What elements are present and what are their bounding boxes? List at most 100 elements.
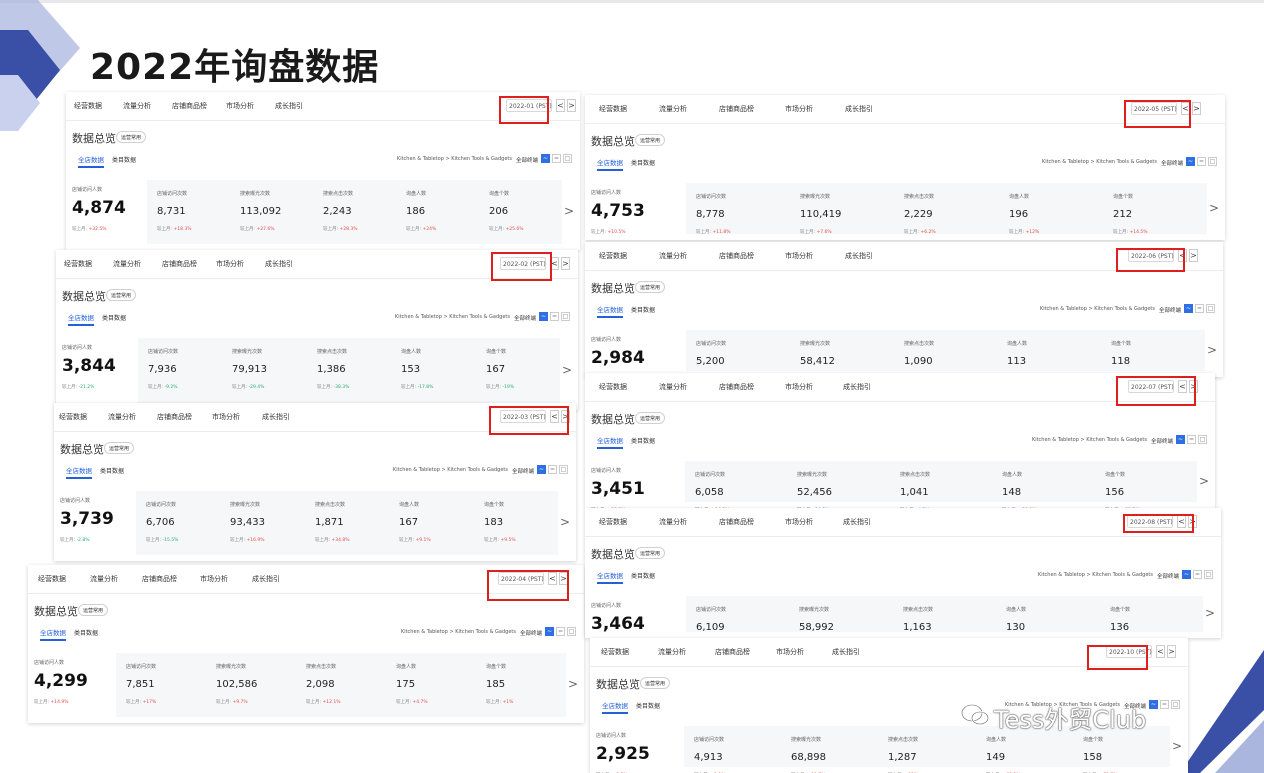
- tab-category[interactable]: 类目数据: [631, 158, 655, 167]
- terminal-select[interactable]: 全部终端: [1151, 437, 1173, 445]
- metric-card[interactable]: 搜索点击次数 2,098 较上月: +12.1%: [296, 653, 386, 717]
- metric-card[interactable]: 询盘人数130较上月: -12.2%: [996, 596, 1099, 633]
- tab-all-store[interactable]: 全店数据: [602, 700, 628, 714]
- metric-card-primary[interactable]: 店铺访问人数 4,753 较上月: +10.5%: [587, 183, 686, 235]
- next-month-button[interactable]: >: [1167, 645, 1176, 658]
- metric-card[interactable]: 店铺访问次数 7,851 较上月: +17%: [116, 653, 206, 717]
- chart-view-icon[interactable]: ~: [539, 312, 548, 321]
- nav-item[interactable]: 店铺商品榜: [719, 517, 754, 527]
- metric-preset-dropdown[interactable]: 运营常用: [104, 442, 135, 454]
- tab-category[interactable]: 类目数据: [636, 701, 660, 710]
- metric-card[interactable]: 询盘人数 153 较上月: -17.8%: [391, 338, 475, 404]
- download-icon[interactable]: □: [1171, 700, 1180, 709]
- terminal-select[interactable]: 全部终端: [514, 314, 536, 322]
- metrics-next-arrow[interactable]: >: [1199, 474, 1209, 488]
- metric-preset-dropdown[interactable]: 运营常用: [78, 604, 109, 616]
- nav-item[interactable]: 市场分析: [776, 647, 804, 657]
- next-month-button[interactable]: >: [1189, 249, 1198, 262]
- metric-card[interactable]: 询盘人数 175 较上月: +4.7%: [386, 653, 476, 717]
- metric-card[interactable]: 询盘个数 185 较上月: +1%: [476, 653, 566, 717]
- nav-item[interactable]: 店铺商品榜: [172, 101, 207, 111]
- chart-view-icon[interactable]: ~: [1184, 304, 1193, 313]
- metric-card-primary[interactable]: 店铺访问人数 4,874 较上月: +32.5%: [68, 180, 147, 244]
- nav-item[interactable]: 店铺商品榜: [719, 104, 754, 114]
- metric-card[interactable]: 店铺访问次数5,200较上月: -40.8%: [686, 330, 790, 371]
- nav-item[interactable]: 店铺商品榜: [715, 647, 750, 657]
- nav-item[interactable]: 成长指引: [252, 574, 280, 584]
- nav-item[interactable]: 店铺商品榜: [719, 251, 754, 261]
- metric-card[interactable]: 搜索点击次数1,163较上月: +11.7%: [893, 596, 996, 633]
- nav-item[interactable]: 流量分析: [123, 101, 151, 111]
- nav-item[interactable]: 流量分析: [90, 574, 118, 584]
- chart-view-icon[interactable]: ~: [1149, 700, 1158, 709]
- nav-item[interactable]: 店铺商品榜: [162, 259, 197, 269]
- metric-card[interactable]: 询盘人数 167 较上月: +9.1%: [389, 491, 473, 555]
- tab-category[interactable]: 类目数据: [112, 155, 136, 164]
- download-icon[interactable]: □: [1208, 157, 1217, 166]
- nav-item[interactable]: 成长指引: [265, 259, 293, 269]
- category-breadcrumb[interactable]: Kitchen & Tabletop > Kitchen Tools & Gad…: [395, 314, 510, 320]
- metric-card[interactable]: 搜索曝光次数52,456较上月: -10.2%: [787, 461, 889, 502]
- metric-card[interactable]: 搜索曝光次数 110,419 较上月: +7.6%: [790, 183, 894, 235]
- metric-preset-dropdown[interactable]: 运营常用: [640, 677, 671, 689]
- next-month-button[interactable]: >: [567, 99, 576, 112]
- chart-view-icon[interactable]: ~: [1182, 570, 1191, 579]
- chart-view-icon[interactable]: ~: [545, 627, 554, 636]
- metric-card[interactable]: 询盘人数113较上月: -42.4%: [997, 330, 1101, 371]
- metric-card[interactable]: 店铺访问次数 8,778 较上月: +11.8%: [686, 183, 790, 235]
- nav-item[interactable]: 流量分析: [659, 517, 687, 527]
- download-icon[interactable]: □: [561, 312, 570, 321]
- prev-month-button[interactable]: <: [1156, 645, 1165, 658]
- metric-card[interactable]: 询盘个数 167 较上月: -19%: [476, 338, 560, 404]
- metric-card[interactable]: 店铺访问次数6,109较上月: +0.8%: [686, 596, 789, 633]
- metric-card[interactable]: 搜索曝光次数 102,586 较上月: +9.7%: [206, 653, 296, 717]
- metric-card-primary[interactable]: 店铺访问人数2,925较上月: +3.5%: [592, 726, 684, 767]
- metric-card[interactable]: 搜索点击次数1,041较上月: -4.5%: [890, 461, 992, 502]
- nav-item[interactable]: 市场分析: [216, 259, 244, 269]
- download-icon[interactable]: □: [559, 465, 568, 474]
- metric-card[interactable]: 搜索点击次数 1,386 较上月: -38.3%: [307, 338, 391, 404]
- table-view-icon[interactable]: =: [548, 465, 557, 474]
- nav-item[interactable]: 市场分析: [200, 574, 228, 584]
- metric-card[interactable]: 搜索曝光次数58,412较上月: -47.1%: [790, 330, 894, 371]
- nav-item[interactable]: 成长指引: [845, 251, 873, 261]
- nav-item[interactable]: 经营数据: [74, 101, 102, 111]
- chart-view-icon[interactable]: ~: [541, 154, 550, 163]
- nav-item[interactable]: 经营数据: [38, 574, 66, 584]
- nav-item[interactable]: 流量分析: [658, 647, 686, 657]
- tab-all-store[interactable]: 全店数据: [597, 435, 623, 449]
- metrics-next-arrow[interactable]: >: [1209, 201, 1219, 215]
- metric-card[interactable]: 店铺访问次数 6,706 较上月: -15.5%: [136, 491, 220, 555]
- metric-preset-dropdown[interactable]: 运营常用: [635, 281, 666, 293]
- metrics-next-arrow[interactable]: >: [1207, 343, 1217, 357]
- metrics-next-arrow[interactable]: >: [560, 515, 570, 529]
- metric-card[interactable]: 询盘人数148较上月: +30.9%: [992, 461, 1094, 502]
- metric-preset-dropdown[interactable]: 运营常用: [106, 289, 137, 301]
- metrics-next-arrow[interactable]: >: [564, 204, 574, 218]
- metric-card[interactable]: 询盘个数156较上月: +32.2%: [1095, 461, 1197, 502]
- metric-card[interactable]: 搜索点击次数 2,243 较上月: +28.3%: [313, 180, 396, 244]
- category-breadcrumb[interactable]: Kitchen & Tabletop > Kitchen Tools & Gad…: [1038, 572, 1153, 578]
- metric-card[interactable]: 搜索点击次数1,287较上月: +21%: [878, 726, 975, 767]
- metric-card[interactable]: 店铺访问次数6,058较上月: +16.5%: [685, 461, 787, 502]
- nav-item[interactable]: 流量分析: [113, 259, 141, 269]
- nav-item[interactable]: 市场分析: [785, 382, 813, 392]
- category-breadcrumb[interactable]: Kitchen & Tabletop > Kitchen Tools & Gad…: [393, 467, 508, 473]
- metric-card[interactable]: 搜索曝光次数58,992较上月: +12.4%: [789, 596, 892, 633]
- prev-month-button[interactable]: <: [556, 99, 565, 112]
- next-month-button[interactable]: >: [1192, 102, 1201, 115]
- table-view-icon[interactable]: =: [1187, 435, 1196, 444]
- nav-item[interactable]: 成长指引: [275, 101, 303, 111]
- metric-card[interactable]: 店铺访问次数 7,936 较上月: -9.2%: [138, 338, 222, 404]
- nav-item[interactable]: 经营数据: [599, 517, 627, 527]
- tab-category[interactable]: 类目数据: [631, 571, 655, 580]
- metric-preset-dropdown[interactable]: 运营常用: [635, 134, 666, 146]
- metric-card[interactable]: 询盘个数136较上月: -12.9%: [1100, 596, 1203, 633]
- nav-item[interactable]: 经营数据: [599, 104, 627, 114]
- terminal-select[interactable]: 全部终端: [1157, 572, 1179, 580]
- metric-card[interactable]: 询盘个数 206 较上月: +25.6%: [479, 180, 562, 244]
- metric-card-primary[interactable]: 店铺访问人数 4,299 较上月: +14.9%: [30, 653, 116, 717]
- chart-view-icon[interactable]: ~: [537, 465, 546, 474]
- tab-all-store[interactable]: 全店数据: [597, 304, 623, 318]
- nav-item[interactable]: 流量分析: [659, 251, 687, 261]
